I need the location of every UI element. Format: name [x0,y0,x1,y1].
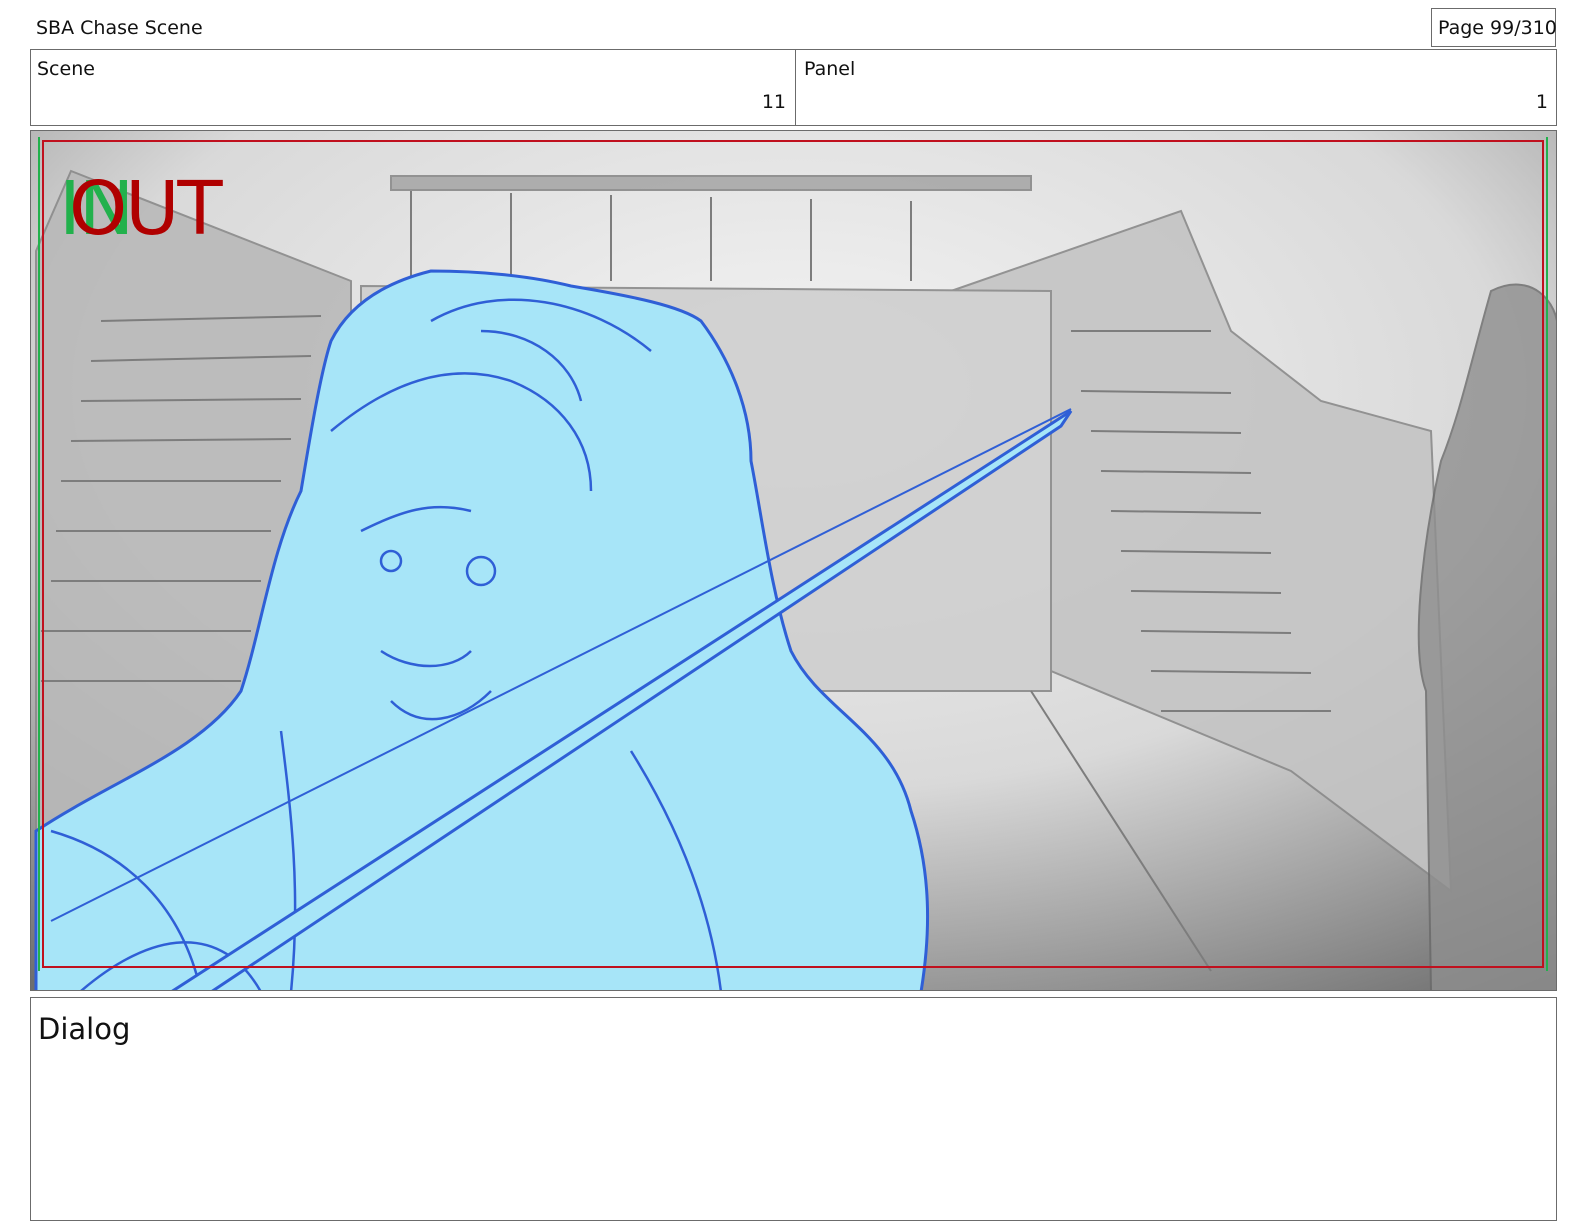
dialog-section: Dialog [30,997,1557,1221]
page-number: Page 99/310 [1438,17,1557,39]
panel-number: 1 [1535,91,1548,113]
scene-number: 11 [761,91,786,113]
panel-label: Panel [804,58,856,80]
dialog-label: Dialog [38,1012,131,1046]
scene-label: Scene [37,58,95,80]
storyboard-frame: IN OUT [30,130,1557,991]
scene-panel-info: Scene 11 Panel 1 [30,49,1557,126]
out-marker: OUT [69,166,223,252]
info-divider [795,50,796,125]
storyboard-drawing [31,131,1556,990]
page-indicator: Page 99/310 [1431,8,1557,47]
document-title: SBA Chase Scene [36,17,203,39]
